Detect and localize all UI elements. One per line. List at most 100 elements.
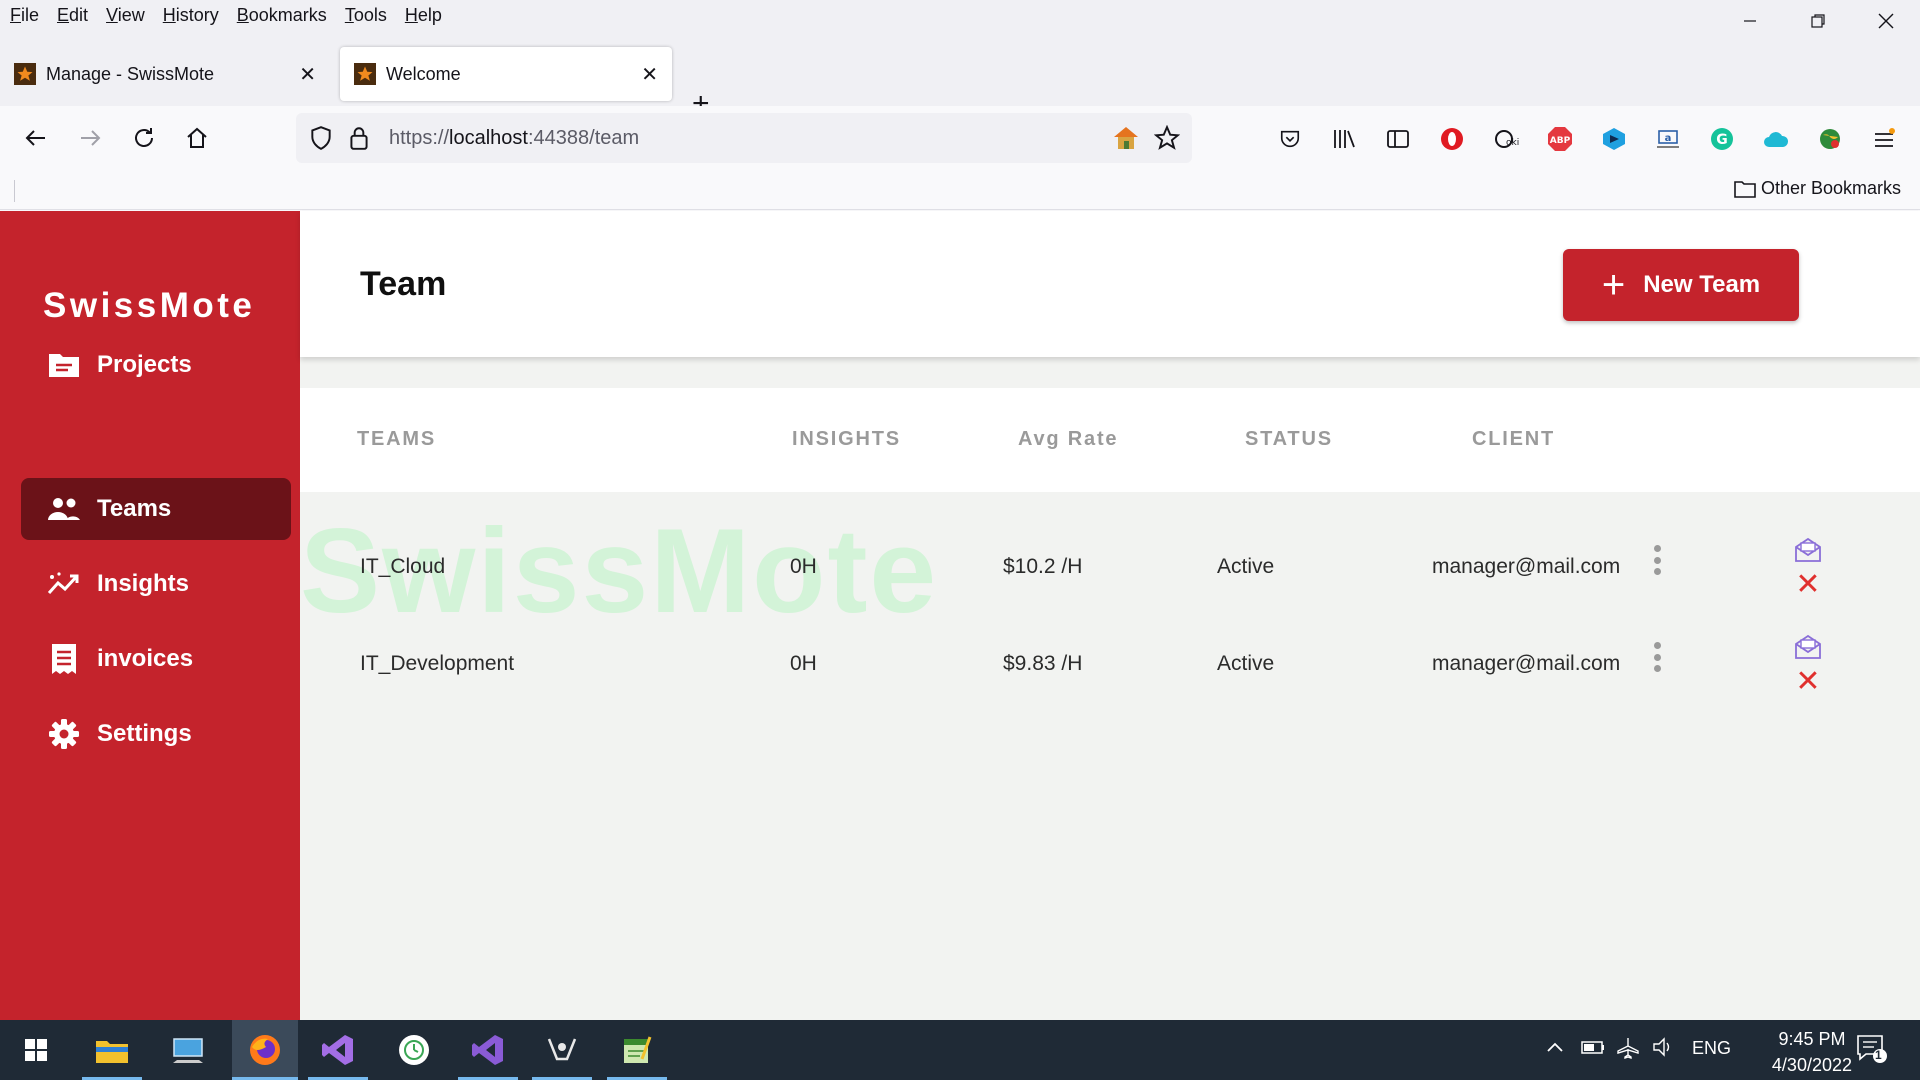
lock-icon[interactable] [348,125,370,156]
team-insights: 0H [790,555,817,578]
clock-app-icon[interactable] [384,1020,444,1080]
menu-bookmarks[interactable]: Bookmarks [228,5,336,26]
people-icon [45,492,83,526]
svg-text:oki: oki [1506,138,1519,148]
chevron-up-icon[interactable] [1544,1036,1566,1063]
menu-tools[interactable]: Tools [336,5,396,26]
tab-close-icon[interactable]: ✕ [299,62,316,87]
notepad-icon[interactable] [607,1020,667,1080]
delete-x-icon[interactable]: ✕ [1795,570,1820,600]
shield-icon[interactable] [308,125,334,156]
back-button[interactable] [16,118,56,158]
folder-outline-icon [1734,180,1756,198]
back-arrow-icon [25,130,45,146]
table-header: TEAMS INSIGHTS Avg Rate STATUS CLIENT [300,388,1920,492]
mail-open-icon[interactable] [1794,537,1822,568]
menu-history[interactable]: History [154,5,228,26]
team-client: manager@mail.com [1432,652,1621,675]
menu-file[interactable]: File [0,5,48,26]
star-favicon-icon [354,63,376,85]
firefox-icon[interactable] [232,1020,298,1080]
mail-open-icon[interactable] [1794,634,1822,665]
tab-close-icon[interactable]: ✕ [641,62,658,87]
team-name[interactable]: IT_Cloud [360,555,445,579]
table-row[interactable]: IT_Cloud 0H $10.2 /H Active manager@mail… [300,529,1920,609]
file-explorer-icon[interactable] [82,1020,142,1080]
plus-icon: + [1601,263,1626,307]
windows-start-icon[interactable] [6,1020,66,1080]
table-row[interactable]: IT_Development 0H $9.83 /H Active manage… [300,626,1920,706]
tab-title: Welcome [386,63,461,84]
tab-strip: Manage - SwissMote ✕ Welcome ✕ + [0,31,1920,119]
row-actions: ✕ [1793,537,1823,600]
menu-view[interactable]: View [97,5,154,26]
more-options-icon[interactable] [1652,642,1662,672]
amazon-icon[interactable]: a [1651,122,1685,156]
abp-icon[interactable]: ABP [1543,122,1577,156]
home-button[interactable] [177,118,217,158]
team-status: Active [1217,652,1275,675]
notification-icon[interactable]: 1 [1856,1034,1890,1069]
star-bookmark-icon[interactable] [1153,124,1181,156]
reload-button[interactable] [124,118,164,158]
column-header-avg-rate[interactable]: Avg Rate [1018,428,1118,451]
airplane-icon[interactable] [1616,1036,1640,1065]
sidebar-icon[interactable] [1381,122,1415,156]
close-icon [1878,13,1894,29]
system-clock[interactable]: 9:45 PM 4/30/2022 [1772,1026,1852,1078]
address-bar[interactable]: https://localhost:44388/team [296,113,1192,163]
new-team-button[interactable]: + New Team [1563,249,1799,321]
forward-button[interactable] [70,118,110,158]
opera-icon[interactable] [1435,122,1469,156]
sidebar-item-teams[interactable]: Teams [21,478,291,540]
sidebar-item-label: invoices [97,645,194,672]
home-icon [187,127,207,148]
other-bookmarks-label: Other Bookmarks [1760,178,1901,198]
column-header-client[interactable]: CLIENT [1472,428,1555,451]
column-header-teams[interactable]: TEAMS [357,428,436,451]
menu-edit[interactable]: Edit [48,5,97,26]
tab-manage[interactable]: Manage - SwissMote ✕ [0,47,330,101]
cloud-icon[interactable] [1759,122,1793,156]
sidebar-item-invoices[interactable]: invoices [21,628,291,690]
url-host: localhost [449,126,528,149]
team-avg-rate: $9.83 /H [1003,652,1083,675]
column-header-status[interactable]: STATUS [1245,428,1333,451]
menu-help[interactable]: Help [396,5,451,26]
column-header-insights[interactable]: INSIGHTS [792,428,901,451]
new-team-label: New Team [1643,271,1761,298]
sidebar-item-label: Settings [97,720,192,747]
library-icon[interactable] [1327,122,1361,156]
menu-icon[interactable] [1867,122,1901,156]
tab-welcome[interactable]: Welcome ✕ [340,47,672,101]
visual-studio-icon[interactable] [308,1020,368,1080]
navigation-toolbar: https://localhost:44388/team oki ABP a G [0,106,1920,172]
visual-studio-2-icon[interactable] [458,1020,518,1080]
dev-icon[interactable] [1597,122,1631,156]
other-bookmarks[interactable]: Other Bookmarks [1733,178,1901,199]
globe-icon[interactable] [1813,122,1847,156]
delete-x-icon[interactable]: ✕ [1795,667,1820,697]
page-header: Team + New Team [300,211,1920,357]
svg-text:a: a [1665,133,1672,144]
grammar-icon[interactable]: oki [1489,122,1523,156]
sidebar-item-settings[interactable]: Settings [21,703,291,765]
pocket-icon[interactable] [1273,122,1307,156]
trending-icon [45,567,83,601]
svg-text:G: G [1716,132,1728,148]
team-name[interactable]: IT_Development [360,652,514,676]
battery-icon[interactable] [1580,1036,1606,1063]
volume-icon[interactable] [1651,1036,1675,1063]
url-scheme: https:// [389,126,450,149]
sidebar-item-insights[interactable]: Insights [21,553,291,615]
grammarly-icon[interactable]: G [1705,122,1739,156]
language-indicator[interactable]: ENG [1692,1038,1731,1059]
app-icon[interactable] [532,1020,592,1080]
home-page-icon[interactable] [1112,125,1140,156]
url-text[interactable]: https://localhost:44388/team [389,127,639,150]
bookmarks-toolbar: Other Bookmarks [0,172,1920,210]
remote-desktop-icon[interactable] [158,1020,218,1080]
bookmarks-separator [14,180,15,202]
sidebar-item-projects[interactable]: Projects [21,334,291,396]
more-options-icon[interactable] [1652,545,1662,575]
